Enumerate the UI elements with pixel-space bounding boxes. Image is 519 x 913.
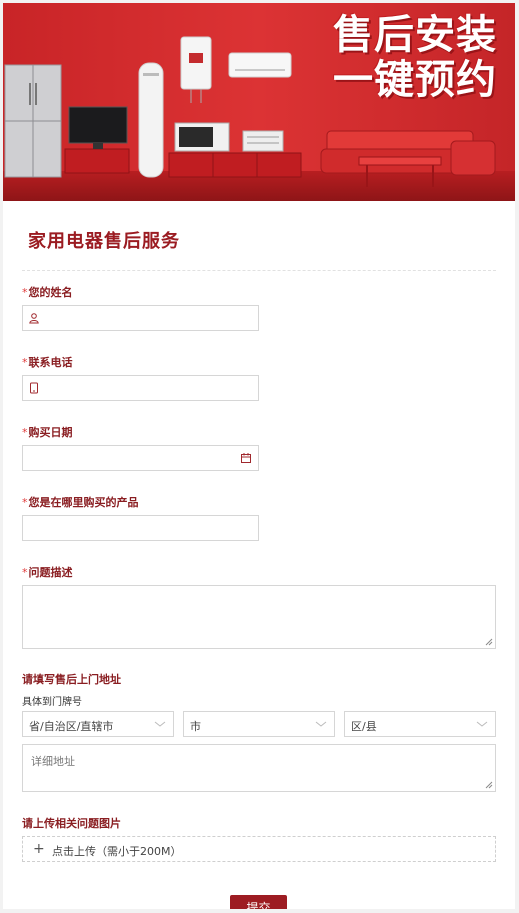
- phone-label: *联系电话: [22, 354, 73, 370]
- problem-label-text: 问题描述: [28, 566, 73, 579]
- name-label-text: 您的姓名: [28, 286, 73, 299]
- banner-headline: 售后安装 一键预约: [333, 13, 497, 103]
- phone-label-text: 联系电话: [28, 356, 73, 369]
- district-select-value: 区/县: [351, 720, 377, 733]
- banner-headline-line2: 一键预约: [333, 57, 497, 103]
- upload-label: 请上传相关问题图片: [22, 817, 121, 830]
- detail-address-textarea[interactable]: 详细地址: [22, 744, 496, 792]
- chevron-down-icon: [154, 721, 166, 727]
- phone-icon: [30, 382, 38, 394]
- name-label: *您的姓名: [22, 284, 73, 300]
- chevron-down-icon: [476, 721, 488, 727]
- purchase-date-input[interactable]: [22, 445, 259, 471]
- resize-handle-icon[interactable]: [485, 638, 493, 646]
- required-mark: *: [22, 286, 28, 299]
- city-select-value: 市: [190, 720, 201, 733]
- city-select[interactable]: 市: [183, 711, 335, 737]
- form-card: 售后安装 一键预约 家用电器售后服务 *您的姓名 *联系电话 *购买日期 *您是…: [3, 3, 515, 909]
- purchase-place-input[interactable]: [22, 515, 259, 541]
- province-select-value: 省/自治区/直辖市: [29, 720, 114, 733]
- purchase-place-label-text: 您是在哪里购买的产品: [28, 496, 139, 509]
- chevron-down-icon: [315, 721, 327, 727]
- detail-address-placeholder: 详细地址: [31, 755, 75, 768]
- submit-button[interactable]: 提交: [230, 895, 287, 909]
- title-divider: [22, 270, 496, 271]
- district-select[interactable]: 区/县: [344, 711, 496, 737]
- address-sublabel: 具体到门牌号: [22, 697, 82, 708]
- name-input[interactable]: [22, 305, 259, 331]
- required-mark: *: [22, 426, 28, 439]
- calendar-icon[interactable]: [240, 452, 252, 464]
- banner-image: 售后安装 一键预约: [3, 3, 515, 201]
- purchase-date-label: *购买日期: [22, 424, 73, 440]
- required-mark: *: [22, 356, 28, 369]
- user-icon: [29, 313, 39, 324]
- phone-input[interactable]: [22, 375, 259, 401]
- purchase-date-label-text: 购买日期: [28, 426, 73, 439]
- upload-button-text: 点击上传（需小于200M）: [52, 845, 182, 858]
- plus-icon: +: [33, 841, 45, 857]
- problem-textarea[interactable]: [22, 585, 496, 649]
- form-title: 家用电器售后服务: [28, 231, 180, 252]
- problem-label: *问题描述: [22, 564, 73, 580]
- resize-handle-icon[interactable]: [485, 781, 493, 789]
- purchase-place-label: *您是在哪里购买的产品: [22, 494, 139, 510]
- address-label: 请填写售后上门地址: [22, 673, 121, 686]
- banner-headline-line1: 售后安装: [333, 12, 497, 58]
- province-select[interactable]: 省/自治区/直辖市: [22, 711, 174, 737]
- upload-button[interactable]: + 点击上传（需小于200M）: [22, 836, 496, 862]
- required-mark: *: [22, 566, 28, 579]
- required-mark: *: [22, 496, 28, 509]
